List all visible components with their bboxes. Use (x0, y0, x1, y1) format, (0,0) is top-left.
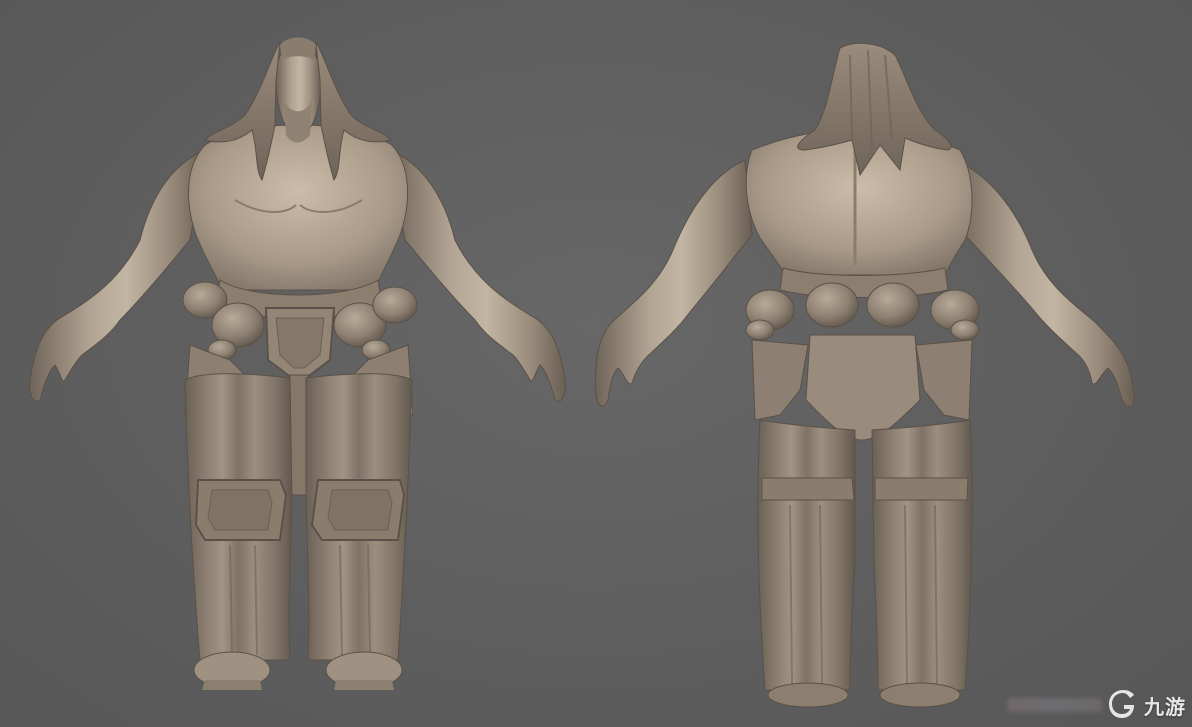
front-left-arm (29, 149, 206, 402)
back-left-leg (757, 419, 856, 691)
back-view-figure (595, 42, 1135, 708)
watermark: 九游 (1007, 687, 1186, 723)
character-sculpt-render (29, 37, 1135, 708)
front-view-figure (29, 37, 566, 690)
front-torso (188, 124, 409, 291)
back-left-arm (595, 159, 753, 407)
front-right-arm (389, 149, 566, 402)
jiuyou-logo-icon (1109, 690, 1134, 718)
blurred-watermark-text (1007, 698, 1102, 712)
sculpt-viewport: 九游 (0, 0, 1192, 727)
back-right-leg (871, 419, 973, 691)
watermark-brand-text: 九游 (1144, 694, 1186, 719)
back-right-arm (954, 159, 1135, 408)
